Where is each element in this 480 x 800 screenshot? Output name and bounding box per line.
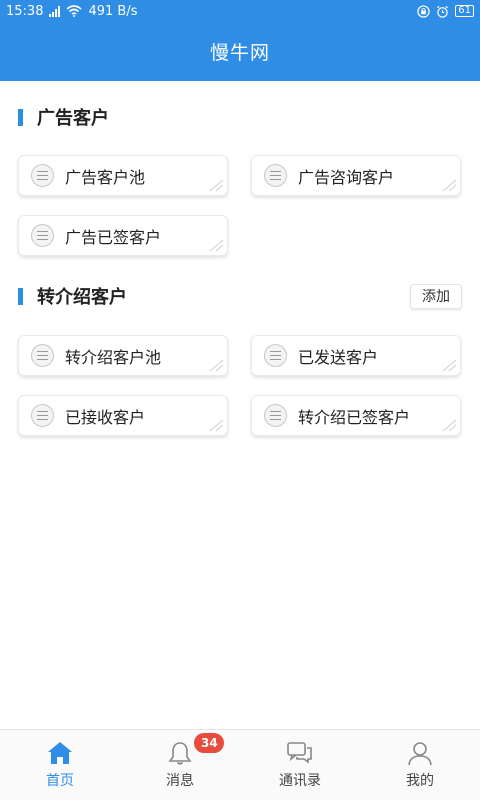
tab-home[interactable]: 首页 — [0, 730, 120, 800]
list-icon — [31, 344, 54, 367]
ad-customer-pool-card[interactable]: 广告客户池 — [18, 155, 228, 196]
bottom-tab-bar: 首页 34 消息 通讯录 我的 — [0, 729, 480, 800]
list-icon — [31, 404, 54, 427]
section-title: 转介绍客户 — [37, 287, 127, 308]
chat-icon — [287, 742, 312, 764]
ad-signed-customer-card[interactable]: 广告已签客户 — [18, 215, 228, 256]
section-accent-bar — [18, 287, 23, 305]
home-icon — [48, 742, 72, 764]
app-header: 15:38 491 B/s 61 慢牛网 — [0, 0, 480, 81]
tab-messages[interactable]: 34 消息 — [120, 730, 240, 800]
card-label: 广告客户池 — [65, 167, 146, 187]
list-icon — [264, 404, 287, 427]
status-time: 15:38 — [6, 3, 44, 19]
card-label: 广告已签客户 — [65, 227, 162, 247]
card-label: 转介绍客户池 — [65, 347, 162, 367]
section-title: 广告客户 — [37, 108, 109, 129]
section-header-referral-customers: 转介绍客户 添加 — [18, 283, 462, 309]
tab-label: 我的 — [406, 773, 434, 789]
network-speed: 491 B/s — [88, 3, 138, 19]
corner-decoration-icon — [442, 359, 457, 372]
card-label: 广告咨询客户 — [298, 167, 395, 187]
list-icon — [264, 344, 287, 367]
card-label: 已接收客户 — [65, 407, 146, 427]
tab-profile[interactable]: 我的 — [360, 730, 480, 800]
bell-icon — [168, 742, 192, 765]
battery-indicator: 61 — [455, 5, 474, 17]
referral-signed-customer-card[interactable]: 转介绍已签客户 — [251, 395, 461, 436]
add-button[interactable]: 添加 — [410, 283, 462, 309]
corner-decoration-icon — [209, 179, 224, 192]
user-icon — [408, 742, 432, 766]
tab-label: 通讯录 — [279, 773, 321, 789]
sent-customer-card[interactable]: 已发送客户 — [251, 335, 461, 376]
signal-icon — [49, 5, 61, 17]
section-header-ad-customers: 广告客户 — [18, 105, 462, 129]
corner-decoration-icon — [442, 179, 457, 192]
tab-contacts[interactable]: 通讯录 — [240, 730, 360, 800]
section-accent-bar — [18, 108, 23, 126]
corner-decoration-icon — [209, 359, 224, 372]
referral-customer-pool-card[interactable]: 转介绍客户池 — [18, 335, 228, 376]
card-label: 转介绍已签客户 — [298, 407, 411, 427]
list-icon — [31, 164, 54, 187]
received-customer-card[interactable]: 已接收客户 — [18, 395, 228, 436]
tab-label: 消息 — [166, 773, 194, 789]
lock-rotation-icon — [417, 4, 430, 18]
corner-decoration-icon — [442, 419, 457, 432]
card-label: 已发送客户 — [298, 347, 379, 367]
wifi-icon — [66, 5, 82, 17]
alarm-icon — [437, 5, 449, 18]
status-bar: 15:38 491 B/s 61 — [0, 0, 480, 22]
ad-consult-customer-card[interactable]: 广告咨询客户 — [251, 155, 461, 196]
list-icon — [264, 164, 287, 187]
corner-decoration-icon — [209, 239, 224, 252]
tab-label: 首页 — [46, 773, 74, 789]
list-icon — [31, 224, 54, 247]
corner-decoration-icon — [209, 419, 224, 432]
page-title: 慢牛网 — [209, 42, 270, 64]
message-count-badge: 34 — [194, 733, 225, 753]
